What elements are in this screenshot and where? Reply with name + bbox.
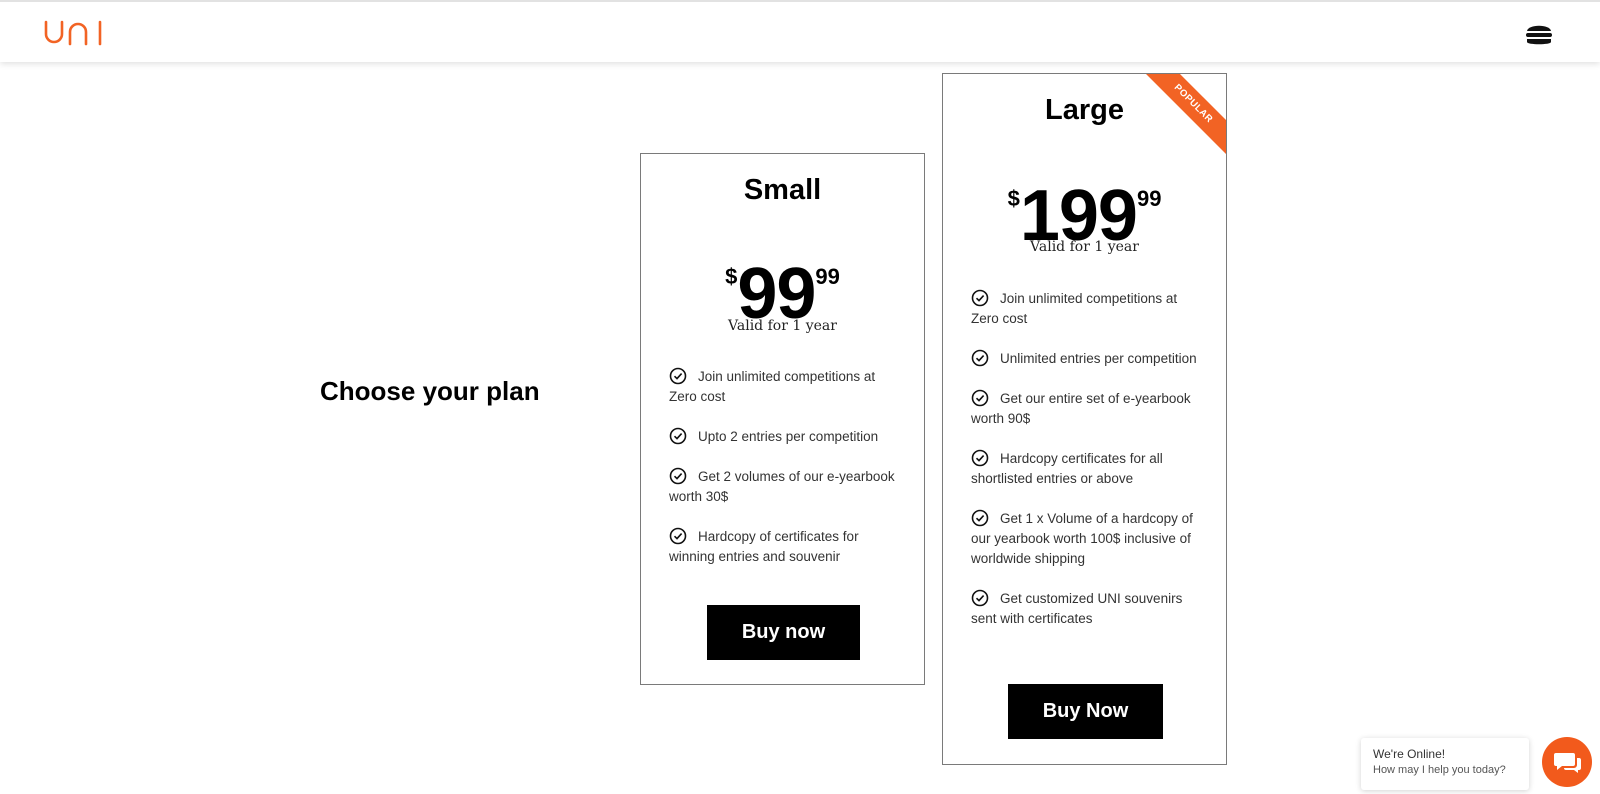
- currency-symbol: $: [1007, 186, 1020, 211]
- feature-text: Get 1 x Volume of a hardcopy of our year…: [971, 511, 1193, 566]
- feature-item: Join unlimited competitions at Zero cost: [971, 289, 1201, 329]
- check-circle-icon: [669, 467, 687, 485]
- buy-now-button[interactable]: Buy now: [707, 605, 860, 660]
- feature-text: Join unlimited competitions at Zero cost: [669, 369, 876, 404]
- check-circle-icon: [971, 389, 989, 407]
- feature-text: Upto 2 entries per competition: [698, 429, 879, 444]
- check-circle-icon: [669, 367, 687, 385]
- check-circle-icon: [971, 509, 989, 527]
- feature-text: Hardcopy of certificates for winning ent…: [669, 529, 859, 564]
- feature-item: Hardcopy of certificates for winning ent…: [669, 527, 899, 567]
- hamburger-icon[interactable]: [1525, 21, 1553, 47]
- feature-list: Join unlimited competitions at Zero cost…: [669, 367, 899, 567]
- plan-validity: Valid for 1 year: [728, 318, 837, 334]
- plan-validity: Valid for 1 year: [1030, 239, 1139, 255]
- chat-subtitle: How may I help you today?: [1373, 764, 1506, 776]
- feature-text: Join unlimited competitions at Zero cost: [971, 291, 1178, 326]
- check-circle-icon: [971, 589, 989, 607]
- buy-now-button-large[interactable]: Buy Now: [1008, 684, 1163, 739]
- plan-name: Small: [743, 174, 822, 206]
- uni-logo[interactable]: [43, 18, 105, 51]
- feature-item: Upto 2 entries per competition: [669, 427, 899, 447]
- feature-item: Hardcopy certificates for all shortliste…: [971, 449, 1201, 489]
- feature-item: Get customized UNI souvenirs sent with c…: [971, 589, 1201, 629]
- feature-list: Join unlimited competitions at Zero cost…: [971, 289, 1201, 629]
- chat-icon: [1554, 753, 1581, 773]
- chat-greeting-bubble[interactable]: We're Online! How may I help you today?: [1361, 738, 1529, 790]
- check-circle-icon: [669, 527, 687, 545]
- feature-text: Get customized UNI souvenirs sent with c…: [971, 591, 1183, 626]
- check-circle-icon: [971, 349, 989, 367]
- price-cents: 99: [815, 264, 840, 289]
- currency-symbol: $: [725, 264, 738, 289]
- plan-card-large: POPULAR Large $19999 Valid for 1 year Jo…: [942, 73, 1227, 765]
- feature-text: Unlimited entries per competition: [1000, 351, 1197, 366]
- page-heading: Choose your plan: [320, 376, 540, 406]
- feature-text: Hardcopy certificates for all shortliste…: [971, 451, 1163, 486]
- price-cents: 99: [1136, 186, 1162, 211]
- feature-item: Unlimited entries per competition: [971, 349, 1201, 369]
- feature-text: Get 2 volumes of our e-yearbook worth 30…: [669, 469, 895, 504]
- check-circle-icon: [971, 289, 989, 307]
- feature-item: Get 1 x Volume of a hardcopy of our year…: [971, 509, 1201, 569]
- chat-title: We're Online!: [1373, 747, 1446, 761]
- feature-text: Get our entire set of e-yearbook worth 9…: [971, 391, 1191, 426]
- site-header: [0, 0, 1600, 62]
- plan-card-small: Small $9999 Valid for 1 year Join unlimi…: [640, 153, 925, 685]
- feature-item: Get 2 volumes of our e-yearbook worth 30…: [669, 467, 899, 507]
- feature-item: Join unlimited competitions at Zero cost: [669, 367, 899, 407]
- plan-name: Large: [1045, 94, 1124, 126]
- chat-launcher-button[interactable]: [1542, 737, 1592, 787]
- uni-logo-mark: [44, 20, 102, 46]
- check-circle-icon: [669, 427, 687, 445]
- feature-item: Get our entire set of e-yearbook worth 9…: [971, 389, 1201, 429]
- check-circle-icon: [971, 449, 989, 467]
